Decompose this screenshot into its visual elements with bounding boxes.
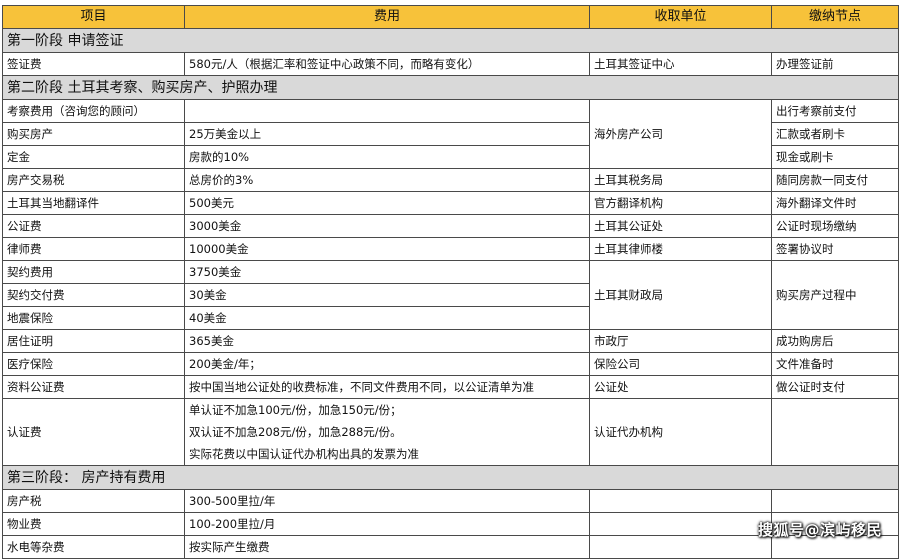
cell-payee-merged: 土耳其财政局	[589, 260, 772, 330]
cell-payee: 土耳其税务局	[589, 168, 772, 192]
cell-payee: 认证代办机构	[589, 398, 772, 466]
fee-table: 项目 费用 收取单位 缴纳节点 第一阶段 申请签证 签证费 580元/人（根据汇…	[2, 5, 899, 559]
cell-fee: 25万美金以上	[184, 122, 590, 146]
cell-fee: 580元/人（根据汇率和签证中心政策不同，而略有变化）	[184, 52, 590, 76]
cell-item: 考察费用（咨询您的顾问）	[2, 99, 185, 123]
cell-fee: 365美金	[184, 329, 590, 353]
cell-payee: 土耳其律师楼	[589, 237, 772, 261]
cell-item: 房产税	[2, 489, 185, 513]
cell-payee	[589, 512, 772, 536]
table-row: 居住证明 365美金 市政厅 成功购房后	[2, 329, 899, 353]
cell-payment-time: 成功购房后	[771, 329, 899, 353]
cell-fee-multiline: 单认证不加急100元/份，加急150元/份； 双认证不加急208元/份，加急28…	[184, 398, 590, 466]
cell-payee: 官方翻译机构	[589, 191, 772, 215]
cell-fee: 总房价的3%	[184, 168, 590, 192]
cell-payment-time: 汇款或者刷卡	[771, 122, 899, 146]
table-row: 房产税 300-500里拉/年	[2, 489, 899, 513]
table-header-row: 项目 费用 收取单位 缴纳节点	[2, 5, 899, 29]
cell-fee: 200美金/年；	[184, 352, 590, 376]
cell-item: 土耳其当地翻译件	[2, 191, 185, 215]
cell-payment-time-merged: 购买房产过程中	[771, 260, 899, 330]
table-row: 公证费 3000美金 土耳其公证处 公证时现场缴纳	[2, 214, 899, 238]
watermark: 搜狐号@滨屿移民	[757, 521, 882, 539]
cell-item: 契约费用	[2, 260, 185, 284]
header-payment-time: 缴纳节点	[771, 5, 899, 29]
stage-title: 第二阶段 土耳其考察、购买房产、护照办理	[2, 75, 899, 100]
cell-payee: 保险公司	[589, 352, 772, 376]
table-row: 医疗保险 200美金/年； 保险公司 文件准备时	[2, 352, 899, 376]
cell-fee: 300-500里拉/年	[184, 489, 590, 513]
fee-line: 实际花费以中国认证代办机构出具的发票为准	[189, 447, 419, 461]
stage-row-3: 第三阶段： 房产持有费用	[2, 465, 899, 490]
cell-item: 购买房产	[2, 122, 185, 146]
cell-fee: 按实际产生缴费	[184, 535, 590, 559]
cell-fee: 30美金	[184, 283, 590, 307]
cell-fee: 10000美金	[184, 237, 590, 261]
cell-item: 契约交付费	[2, 283, 185, 307]
cell-fee: 3750美金	[184, 260, 590, 284]
fee-line: 单认证不加急100元/份，加急150元/份；	[189, 403, 402, 417]
header-payee: 收取单位	[589, 5, 772, 29]
cell-payee: 市政厅	[589, 329, 772, 353]
cell-payment-time: 签署协议时	[771, 237, 899, 261]
cell-item: 房产交易税	[2, 168, 185, 192]
stage-row-2: 第二阶段 土耳其考察、购买房产、护照办理	[2, 75, 899, 100]
cell-item: 认证费	[2, 398, 185, 466]
cell-fee	[184, 99, 590, 123]
cell-fee: 40美金	[184, 306, 590, 330]
cell-payment-time: 出行考察前支付	[771, 99, 899, 123]
stage-title: 第一阶段 申请签证	[2, 28, 899, 53]
cell-fee: 房款的10%	[184, 145, 590, 169]
table-row: 资料公证费 按中国当地公证处的收费标准，不同文件费用不同，以公证清单为准 公证处…	[2, 375, 899, 399]
cell-fee: 按中国当地公证处的收费标准，不同文件费用不同，以公证清单为准	[184, 375, 590, 399]
header-fee: 费用	[184, 5, 590, 29]
cell-payment-time: 随同房款一同支付	[771, 168, 899, 192]
cell-payee: 土耳其公证处	[589, 214, 772, 238]
cell-item: 律师费	[2, 237, 185, 261]
cell-payment-time: 海外翻译文件时	[771, 191, 899, 215]
table-row: 契约费用 3750美金 土耳其财政局 购买房产过程中	[2, 260, 899, 330]
cell-payee	[589, 489, 772, 513]
cell-payment-time: 文件准备时	[771, 352, 899, 376]
stage-title: 第三阶段： 房产持有费用	[2, 465, 899, 490]
cell-fee: 3000美金	[184, 214, 590, 238]
cell-payee-merged: 海外房产公司	[589, 99, 772, 169]
cell-payee: 土耳其签证中心	[589, 52, 772, 76]
table-row: 认证费 单认证不加急100元/份，加急150元/份； 双认证不加急208元/份，…	[2, 398, 899, 466]
cell-payment-time: 办理签证前	[771, 52, 899, 76]
cell-fee: 100-200里拉/月	[184, 512, 590, 536]
cell-payee: 公证处	[589, 375, 772, 399]
cell-payment-time: 公证时现场缴纳	[771, 214, 899, 238]
cell-item: 签证费	[2, 52, 185, 76]
header-item: 项目	[2, 5, 185, 29]
cell-payment-time	[771, 398, 899, 466]
cell-item: 公证费	[2, 214, 185, 238]
table-row: 签证费 580元/人（根据汇率和签证中心政策不同，而略有变化） 土耳其签证中心 …	[2, 52, 899, 76]
cell-payee	[589, 535, 772, 559]
cell-payment-time: 做公证时支付	[771, 375, 899, 399]
cell-item: 医疗保险	[2, 352, 185, 376]
stage-row-1: 第一阶段 申请签证	[2, 28, 899, 53]
table-row: 土耳其当地翻译件 500美元 官方翻译机构 海外翻译文件时	[2, 191, 899, 215]
cell-item: 资料公证费	[2, 375, 185, 399]
cell-item: 水电等杂费	[2, 535, 185, 559]
cell-payment-time	[771, 489, 899, 513]
table-row: 房产交易税 总房价的3% 土耳其税务局 随同房款一同支付	[2, 168, 899, 192]
cell-payment-time: 现金或刷卡	[771, 145, 899, 169]
cell-item: 居住证明	[2, 329, 185, 353]
fee-line: 双认证不加急208元/份，加急288元/份。	[189, 425, 402, 439]
cell-item: 定金	[2, 145, 185, 169]
cell-item: 物业费	[2, 512, 185, 536]
table-row: 考察费用（咨询您的顾问） 海外房产公司 出行考察前支付	[2, 99, 899, 169]
cell-item: 地震保险	[2, 306, 185, 330]
table-row: 律师费 10000美金 土耳其律师楼 签署协议时	[2, 237, 899, 261]
cell-fee: 500美元	[184, 191, 590, 215]
